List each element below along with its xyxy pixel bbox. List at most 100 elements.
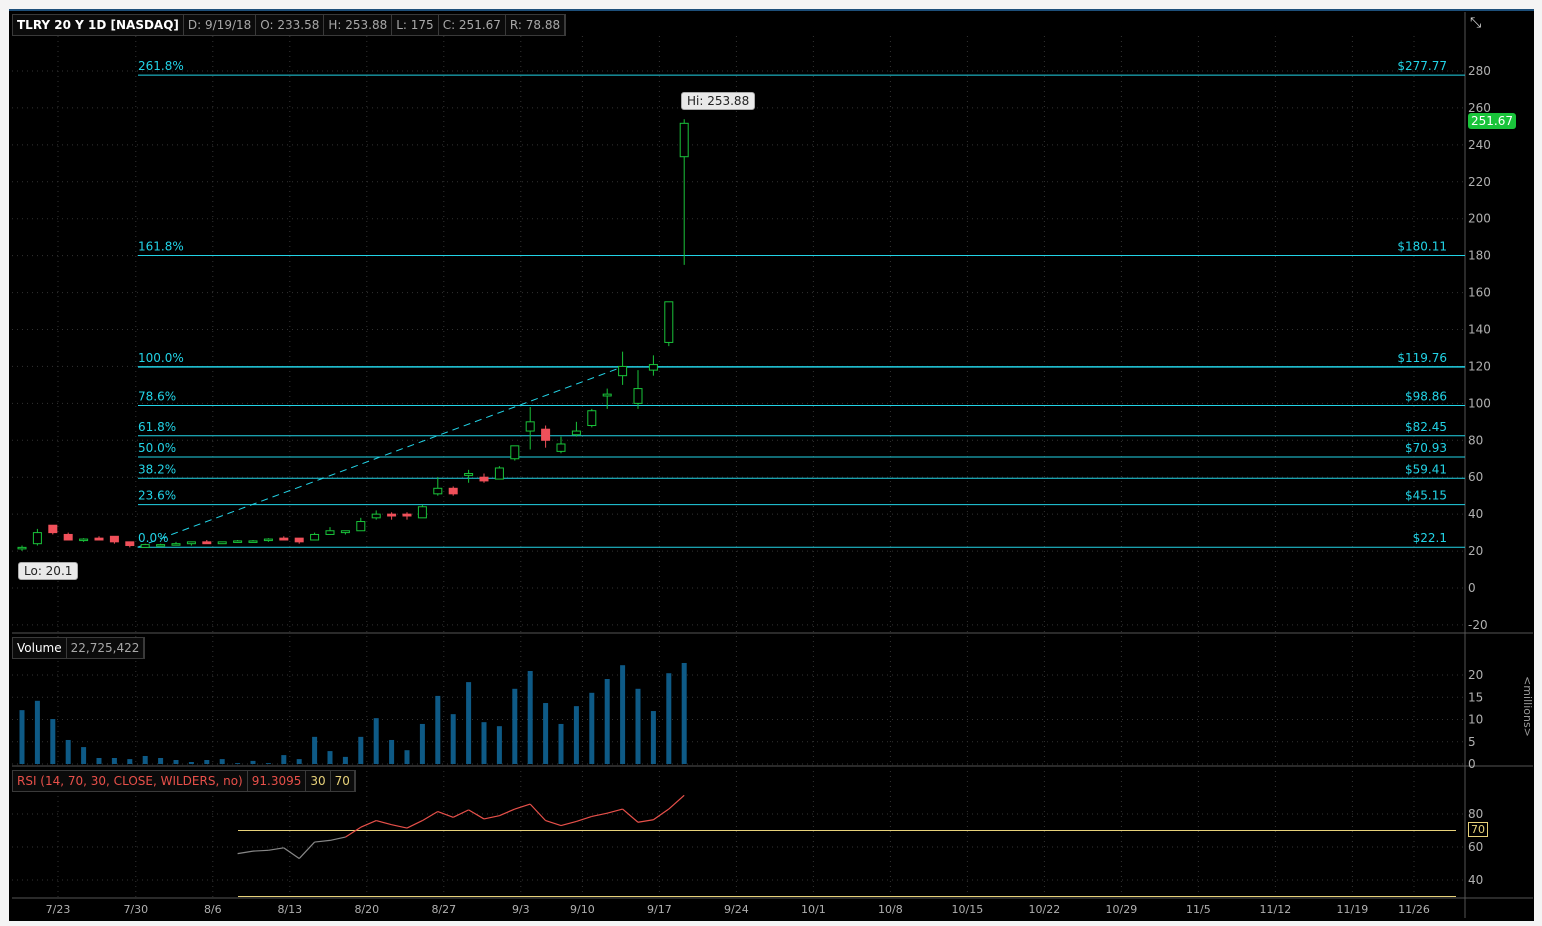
price-header: TLRY 20 Y 1D [NASDAQ] D: 9/19/18 O: 233.… xyxy=(12,14,567,36)
price-tick-label: 0 xyxy=(1468,581,1476,595)
candle-body xyxy=(371,513,381,519)
rsi-tick-label: 80 xyxy=(1468,807,1483,821)
rsi-oversold: 30 xyxy=(306,771,331,791)
candle-body xyxy=(448,487,458,495)
rsi-line-segment xyxy=(329,836,346,841)
volume-bar xyxy=(235,763,241,764)
volume-bar xyxy=(389,739,395,764)
candle-body xyxy=(541,428,551,441)
volume-bar xyxy=(296,759,302,764)
price-tick-label: 220 xyxy=(1468,175,1491,189)
candle-body xyxy=(263,538,273,542)
date-tick-label: 9/24 xyxy=(724,903,749,916)
volume-bar xyxy=(404,750,410,764)
fib-price-label: $22.1 xyxy=(1413,531,1447,545)
volume-bar xyxy=(65,739,71,764)
volume-bar xyxy=(312,736,318,764)
date-tick-label: 7/23 xyxy=(46,903,71,916)
candle-body xyxy=(494,467,504,480)
rsi-line-segment xyxy=(437,810,454,818)
candle-body xyxy=(664,301,674,343)
volume-bar xyxy=(327,751,333,764)
rsi-line-segment xyxy=(653,808,670,821)
open-label: O: 233.58 xyxy=(256,15,325,35)
volume-bar xyxy=(450,714,456,764)
volume-bar xyxy=(219,759,225,764)
rsi-line-segment xyxy=(376,820,392,826)
close-label: C: 251.67 xyxy=(439,15,506,35)
rsi-level-tag: 70 xyxy=(1468,822,1488,837)
candle-body xyxy=(248,540,258,543)
candle-body xyxy=(356,521,366,532)
price-tick-label: 100 xyxy=(1468,396,1491,410)
fib-pct-label: 100.0% xyxy=(138,351,184,365)
fib-pct-label: 161.8% xyxy=(138,239,184,253)
candle-body xyxy=(479,476,489,482)
price-tick-label: 160 xyxy=(1468,286,1491,300)
candle-body xyxy=(202,541,212,545)
date-tick-label: 9/17 xyxy=(647,903,672,916)
candle-body xyxy=(648,364,658,371)
price-tick-label: 180 xyxy=(1468,249,1491,263)
candle-body xyxy=(464,473,474,476)
price-tick-label: 40 xyxy=(1468,507,1483,521)
candle-body xyxy=(32,532,42,545)
date-tick-label: 9/3 xyxy=(512,903,530,916)
date-tick-label: 9/10 xyxy=(570,903,595,916)
volume-bar xyxy=(512,688,518,764)
volume-bar xyxy=(466,682,472,764)
candle-body xyxy=(279,537,289,541)
high-callout: Hi: 253.88 xyxy=(681,92,756,110)
volume-bar xyxy=(173,759,179,764)
fib-price-label: $82.45 xyxy=(1405,420,1447,434)
rsi-line-segment xyxy=(514,803,531,810)
candle-body xyxy=(17,546,27,550)
price-tick-label: -20 xyxy=(1468,618,1488,632)
rsi-line-segment xyxy=(576,815,592,822)
rsi-line-segment xyxy=(637,819,654,823)
rsi-header: RSI (14, 70, 30, CLOSE, WILDERS, no) 91.… xyxy=(12,770,356,792)
volume-value: 22,725,422 xyxy=(67,638,145,658)
low-callout: Lo: 20.1 xyxy=(18,562,79,580)
rsi-value: 91.3095 xyxy=(248,771,307,791)
candle-body xyxy=(618,365,628,377)
fib-pct-label: 23.6% xyxy=(138,489,176,503)
rsi-line-segment xyxy=(591,812,608,818)
date-tick-label: 10/22 xyxy=(1029,903,1061,916)
price-tick-label: 120 xyxy=(1468,359,1491,373)
rsi-label[interactable]: RSI (14, 70, 30, CLOSE, WILDERS, no) xyxy=(13,771,248,791)
volume-bar xyxy=(96,757,102,764)
price-tick-label: 60 xyxy=(1468,470,1483,484)
candle-body xyxy=(140,544,150,548)
volume-label[interactable]: Volume xyxy=(13,638,67,658)
rsi-line-segment xyxy=(268,847,284,851)
candle-body xyxy=(510,445,520,460)
volume-bar xyxy=(620,665,626,764)
volume-bar xyxy=(373,718,379,764)
expand-icon[interactable]: ⤡ xyxy=(1470,15,1490,33)
volume-bar xyxy=(419,723,425,764)
fib-pct-label: 38.2% xyxy=(138,462,176,476)
candle-body xyxy=(602,393,612,397)
candle-body xyxy=(94,537,104,541)
candle-body xyxy=(340,530,350,534)
rsi-line-segment xyxy=(452,809,469,818)
rsi-line-segment xyxy=(607,808,623,814)
fib-pct-label: 261.8% xyxy=(138,59,184,73)
candle-body xyxy=(217,541,227,545)
rsi-line-segment xyxy=(422,811,439,822)
symbol-label[interactable]: TLRY 20 Y 1D [NASDAQ] xyxy=(13,15,184,35)
volume-tick-label: 15 xyxy=(1468,690,1483,704)
volume-bar xyxy=(681,662,687,764)
fib-price-label: $119.76 xyxy=(1397,351,1447,365)
rsi-line-segment xyxy=(545,820,562,827)
rsi-line-segment xyxy=(283,847,300,860)
price-tick-label: 240 xyxy=(1468,138,1491,152)
rsi-line-segment xyxy=(360,820,377,828)
date-tick-label: 11/12 xyxy=(1260,903,1292,916)
candle-body xyxy=(556,443,566,452)
date-tick-label: 10/8 xyxy=(878,903,903,916)
price-tick-label: 200 xyxy=(1468,212,1491,226)
candle-body xyxy=(125,541,135,547)
last-price-tag: 251.67 xyxy=(1468,113,1516,129)
